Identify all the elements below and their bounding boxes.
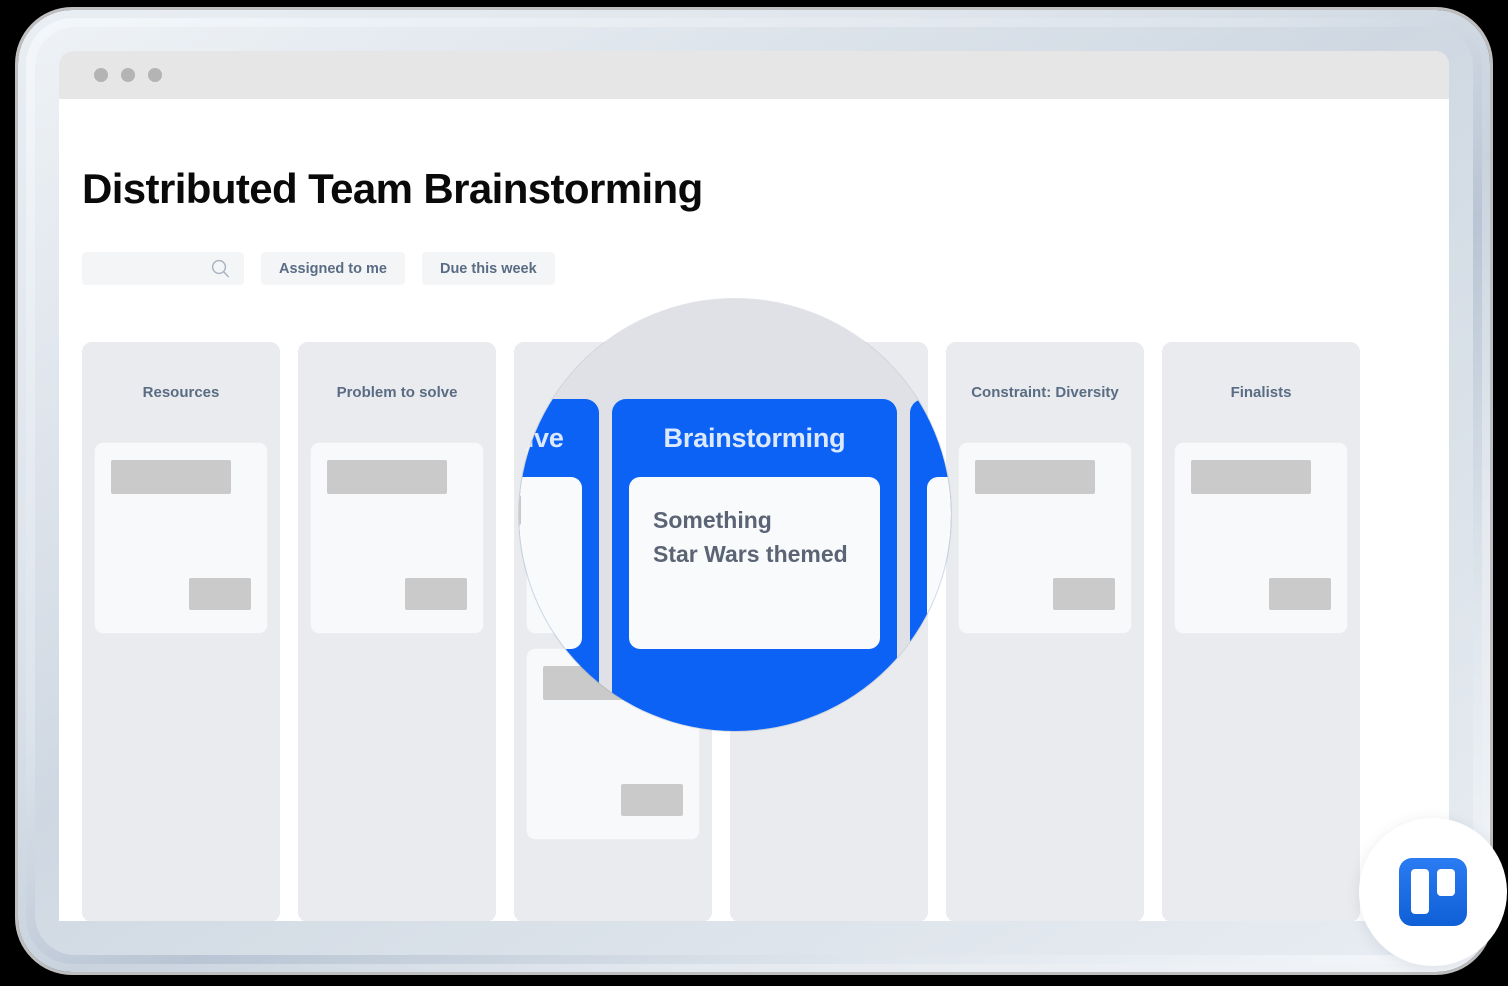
card[interactable] <box>1174 442 1348 634</box>
list-header: Resources <box>142 383 220 401</box>
page-body: Distributed Team Brainstorming Assigned … <box>59 99 1449 921</box>
lens-card-line-1: Something <box>653 507 772 533</box>
lens-card-star-wars[interactable]: Something Star Wars themed <box>629 477 880 649</box>
card-badge-placeholder <box>1269 578 1331 610</box>
maximize-dot[interactable] <box>148 68 162 82</box>
list-column-resources[interactable]: Resources <box>82 342 280 921</box>
card-title-placeholder <box>519 495 521 525</box>
card-title-placeholder <box>327 460 448 494</box>
minimize-dot[interactable] <box>121 68 135 82</box>
trello-logo-icon <box>1399 858 1467 926</box>
browser-titlebar <box>59 51 1449 99</box>
lens-card-line-2: Star Wars themed <box>653 541 848 568</box>
magnifier-content: Problem to solve Brainstorming Something… <box>519 299 951 731</box>
card-title-placeholder <box>111 460 232 494</box>
filter-bar: Assigned to me Due this week <box>82 252 555 285</box>
card-badge-placeholder <box>1053 578 1115 610</box>
list-header: Problem to solve <box>336 383 458 401</box>
list-header: Constraint: Diversity <box>971 383 1119 401</box>
filter-chip-due-this-week[interactable]: Due this week <box>421 252 555 285</box>
list-column-constraint-diversity[interactable]: Constraint: Diversity <box>946 342 1144 921</box>
lens-column-identify-bias[interactable]: Identify bias R <box>910 399 951 731</box>
search-icon <box>211 259 230 278</box>
lens-card[interactable]: R <box>927 477 951 649</box>
trello-badge[interactable] <box>1359 818 1507 966</box>
browser-window: Distributed Team Brainstorming Assigned … <box>59 51 1449 921</box>
card-title-placeholder <box>1191 460 1312 494</box>
close-dot[interactable] <box>94 68 108 82</box>
list-header: Finalists <box>1230 383 1292 401</box>
lens-card[interactable] <box>519 477 582 649</box>
search-input[interactable] <box>82 252 244 285</box>
card-title-placeholder <box>975 460 1096 494</box>
card[interactable] <box>94 442 268 634</box>
card[interactable] <box>310 442 484 634</box>
lens-header: Problem to solve <box>519 422 564 453</box>
list-column-problem-to-solve[interactable]: Problem to solve <box>298 342 496 921</box>
card-badge-placeholder <box>189 578 251 610</box>
lens-background-top <box>519 299 951 399</box>
lens-column-problem-to-solve[interactable]: Problem to solve <box>519 399 599 731</box>
magnifier-lens: Problem to solve Brainstorming Something… <box>519 299 951 731</box>
lens-header: Identify bias <box>910 399 951 477</box>
lens-columns-strip: Problem to solve Brainstorming Something… <box>519 399 951 731</box>
filter-chip-label: Due this week <box>439 260 537 277</box>
lens-header: Brainstorming <box>663 422 846 453</box>
trello-bar-right <box>1437 869 1455 896</box>
trello-bar-left <box>1411 869 1429 914</box>
list-column-finalists[interactable]: Finalists <box>1162 342 1360 921</box>
card-badge-placeholder <box>405 578 467 610</box>
card[interactable] <box>958 442 1132 634</box>
filter-chip-assigned-to-me[interactable]: Assigned to me <box>261 252 405 285</box>
card-badge-placeholder <box>621 784 683 816</box>
lens-column-brainstorming[interactable]: Brainstorming Something Star Wars themed <box>612 399 897 731</box>
page-title: Distributed Team Brainstorming <box>82 165 703 212</box>
filter-chip-label: Assigned to me <box>279 260 387 277</box>
